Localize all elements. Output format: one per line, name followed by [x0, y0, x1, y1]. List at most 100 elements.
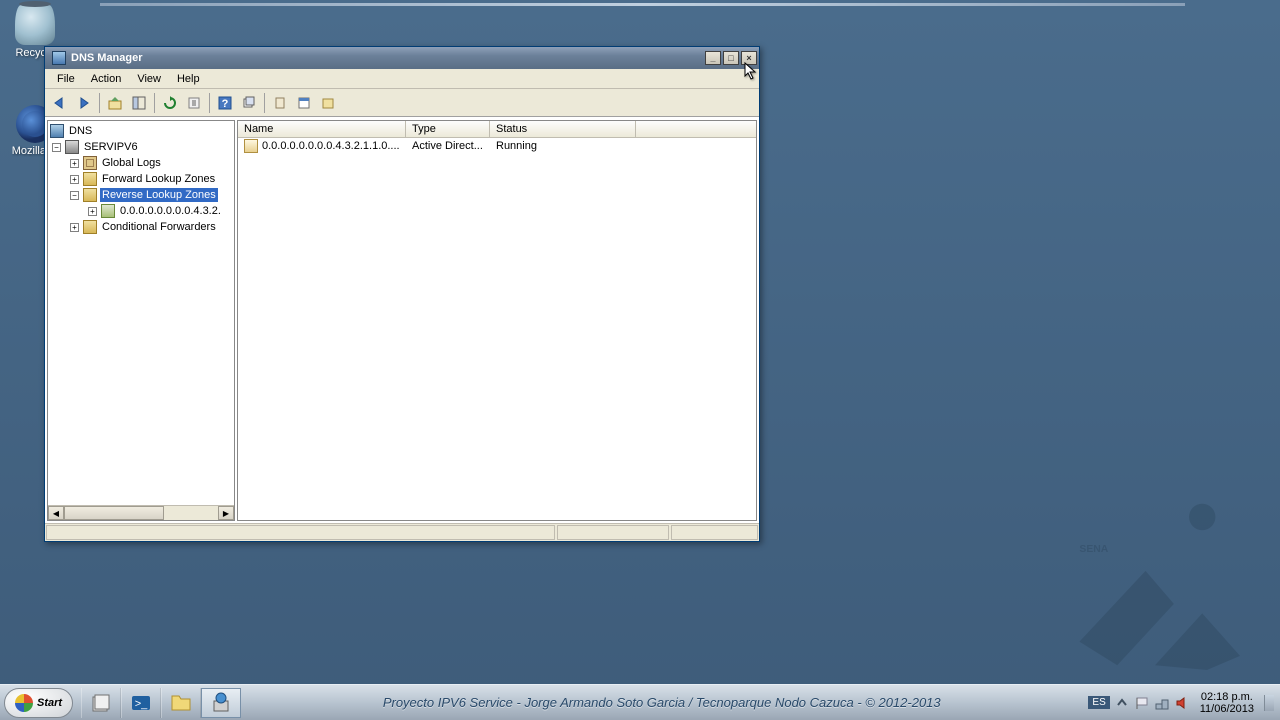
expander-rev-zone-0[interactable]: + — [88, 207, 97, 216]
start-orb-icon — [15, 694, 33, 712]
status-cell-1 — [46, 525, 555, 540]
tool-btn-extra1[interactable] — [269, 92, 291, 114]
app-icon — [52, 51, 66, 65]
list-header: Name Type Status — [238, 121, 756, 138]
show-desktop-button[interactable] — [1264, 695, 1274, 711]
list-row[interactable]: 0.0.0.0.0.0.0.0.4.3.2.1.1.0.... Active D… — [238, 138, 756, 154]
scroll-right-button[interactable]: ▶ — [218, 506, 234, 520]
global-logs-icon — [83, 156, 97, 170]
start-label: Start — [37, 697, 62, 709]
server-icon — [65, 140, 79, 154]
expander-forward-zones[interactable]: + — [70, 175, 79, 184]
ql-powershell[interactable]: >_ — [121, 688, 161, 718]
cell-name: 0.0.0.0.0.0.0.0.4.3.2.1.1.0.... — [238, 138, 406, 154]
svg-text:>_: >_ — [135, 698, 148, 710]
svg-text:?: ? — [222, 98, 229, 110]
list-pane: Name Type Status 0.0.0.0.0.0.0.0.4.3.2.1… — [237, 120, 757, 521]
close-button[interactable]: × — [741, 51, 757, 65]
dns-root-label: DNS — [67, 124, 94, 138]
expander-server[interactable]: − — [52, 143, 61, 152]
expander-conditional-forwarders[interactable]: + — [70, 223, 79, 232]
tree-node-server[interactable]: − SERVIPV6 — [48, 139, 234, 155]
menu-file[interactable]: File — [49, 71, 83, 87]
clock-date: 11/06/2013 — [1200, 703, 1254, 715]
tray-flag-icon[interactable] — [1134, 695, 1150, 711]
menu-view[interactable]: View — [129, 71, 169, 87]
menubar: File Action View Help — [45, 69, 759, 89]
col-empty[interactable] — [636, 121, 756, 137]
new-window-button[interactable] — [238, 92, 260, 114]
help-button[interactable]: ? — [214, 92, 236, 114]
col-status[interactable]: Status — [490, 121, 636, 137]
scroll-thumb[interactable] — [64, 506, 164, 520]
statusbar — [45, 523, 759, 541]
col-name[interactable]: Name — [238, 121, 406, 137]
reverse-zones-icon — [83, 188, 97, 202]
dns-manager-window: DNS Manager _ □ × File Action View Help … — [44, 46, 760, 542]
rev-zone-0-label: 0.0.0.0.0.0.0.0.4.3.2. — [118, 204, 223, 218]
start-button[interactable]: Start — [4, 688, 73, 718]
taskbar: Start >_ Proyecto IPV6 Service - Jorge A… — [0, 684, 1280, 720]
export-button[interactable] — [183, 92, 205, 114]
menu-action[interactable]: Action — [83, 71, 130, 87]
cell-type: Active Direct... — [406, 139, 490, 153]
system-tray: ES 02:18 p.m. 11/06/2013 — [1082, 688, 1280, 718]
reverse-zones-label: Reverse Lookup Zones — [100, 188, 218, 202]
scroll-left-button[interactable]: ◀ — [48, 506, 64, 520]
list-body: 0.0.0.0.0.0.0.0.4.3.2.1.1.0.... Active D… — [238, 138, 756, 520]
ql-explorer[interactable] — [161, 688, 201, 718]
scroll-track[interactable] — [164, 506, 218, 520]
clock[interactable]: 02:18 p.m. 11/06/2013 — [1194, 691, 1260, 715]
tree-node-reverse-zones[interactable]: − Reverse Lookup Zones — [48, 187, 234, 203]
nav-back-button[interactable] — [49, 92, 71, 114]
expander-global-logs[interactable]: + — [70, 159, 79, 168]
ql-dns-manager[interactable] — [201, 688, 241, 718]
global-logs-label: Global Logs — [100, 156, 163, 170]
dns-root-icon — [50, 124, 64, 138]
conditional-forwarders-icon — [83, 220, 97, 234]
tree-pane: DNS − SERVIPV6 + Global Logs + — [47, 120, 235, 521]
sena-watermark: SENA — [1060, 500, 1250, 670]
tree-node-forward-zones[interactable]: + Forward Lookup Zones — [48, 171, 234, 187]
content-area: DNS − SERVIPV6 + Global Logs + — [45, 117, 759, 523]
tree-node-conditional-forwarders[interactable]: + Conditional Forwarders — [48, 219, 234, 235]
nav-forward-button[interactable] — [73, 92, 95, 114]
status-cell-3 — [671, 525, 758, 540]
maximize-button[interactable]: □ — [723, 51, 739, 65]
quick-launch: >_ — [81, 688, 241, 718]
minimize-button[interactable]: _ — [705, 51, 721, 65]
forward-zones-icon — [83, 172, 97, 186]
status-cell-2 — [557, 525, 669, 540]
menu-help[interactable]: Help — [169, 71, 208, 87]
ql-server-manager[interactable] — [81, 688, 121, 718]
tray-chevron-icon[interactable] — [1114, 695, 1130, 711]
tray-volume-icon[interactable] — [1174, 695, 1190, 711]
rev-zone-0-icon — [101, 204, 115, 218]
svg-text:SENA: SENA — [1079, 544, 1108, 555]
tray-network-icon[interactable] — [1154, 695, 1170, 711]
show-hide-tree-button[interactable] — [128, 92, 150, 114]
tree-node-rev-zone-0[interactable]: + 0.0.0.0.0.0.0.0.4.3.2. — [48, 203, 234, 219]
tool-btn-extra3[interactable] — [317, 92, 339, 114]
server-label: SERVIPV6 — [82, 140, 140, 154]
cell-status: Running — [490, 139, 636, 153]
taskbar-title-text: Proyecto IPV6 Service - Jorge Armando So… — [241, 695, 1082, 710]
titlebar[interactable]: DNS Manager _ □ × — [45, 47, 759, 69]
tree-body: DNS − SERVIPV6 + Global Logs + — [48, 121, 234, 505]
col-type[interactable]: Type — [406, 121, 490, 137]
conditional-forwarders-label: Conditional Forwarders — [100, 220, 218, 234]
tree-node-dns-root[interactable]: DNS — [48, 123, 234, 139]
up-button[interactable] — [104, 92, 126, 114]
window-top-edge — [100, 3, 1185, 6]
forward-zones-label: Forward Lookup Zones — [100, 172, 217, 186]
tree-node-global-logs[interactable]: + Global Logs — [48, 155, 234, 171]
tool-btn-extra2[interactable] — [293, 92, 315, 114]
window-title: DNS Manager — [71, 52, 705, 64]
window-controls: _ □ × — [705, 51, 757, 65]
toolbar: ? — [45, 89, 759, 117]
refresh-button[interactable] — [159, 92, 181, 114]
tree-h-scrollbar[interactable]: ◀ ▶ — [48, 505, 234, 520]
zone-icon — [244, 139, 258, 153]
expander-reverse-zones[interactable]: − — [70, 191, 79, 200]
language-indicator[interactable]: ES — [1088, 696, 1109, 709]
